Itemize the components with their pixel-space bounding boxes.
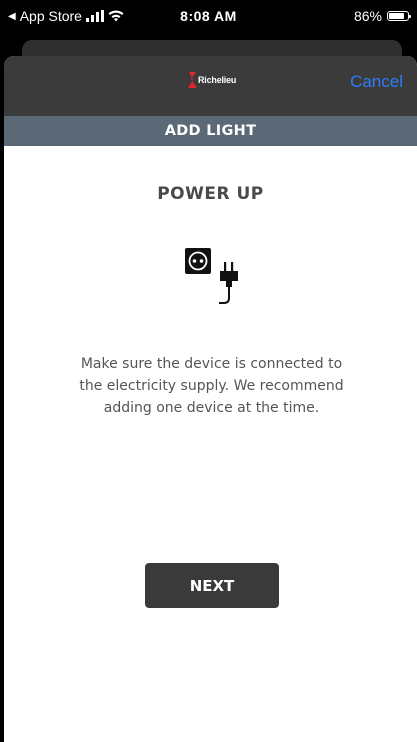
power-socket-plug-icon <box>185 248 238 304</box>
battery-level <box>389 13 405 19</box>
cancel-button[interactable]: Cancel <box>350 72 403 92</box>
main-content: POWER UP Make sure the device is connect… <box>4 146 417 742</box>
next-button[interactable]: NEXT <box>145 563 279 608</box>
modal-sheet: Richelieu Cancel ADD LIGHT POWER UP Make… <box>4 56 417 742</box>
instructions-text: Make sure the device is connected to the… <box>79 356 344 416</box>
battery-percent: 86% <box>353 8 382 24</box>
logo-text: Richelieu <box>198 75 237 85</box>
battery-status: 86% <box>353 8 411 24</box>
section-heading: POWER UP <box>157 184 264 204</box>
richelieu-logo: Richelieu <box>187 72 236 88</box>
battery-icon <box>387 11 411 21</box>
page-title: ADD LIGHT <box>4 116 417 146</box>
richelieu-logo-mark-icon <box>188 72 197 88</box>
status-bar: ◀ App Store 8:08 AM 86% <box>0 0 417 34</box>
nav-bar: Richelieu Cancel <box>4 56 417 116</box>
